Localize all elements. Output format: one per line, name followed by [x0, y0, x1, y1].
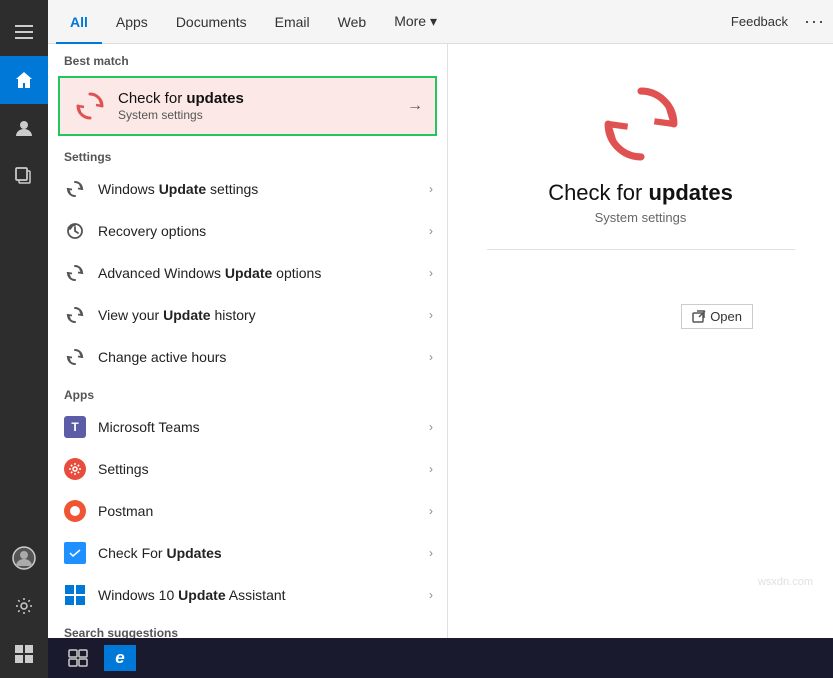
win10-app-icon — [62, 582, 88, 608]
main-content: All Apps Documents Email Web More ▾ Feed… — [48, 0, 833, 678]
feedback-button[interactable]: Feedback — [731, 14, 788, 29]
tabs-right: Feedback ··· — [731, 11, 825, 32]
checkforupdates-item-text: Check For Updates — [88, 545, 429, 561]
open-button[interactable]: Open — [681, 304, 753, 329]
watermark: wsxdn.com — [758, 576, 813, 588]
apps-section-label: Apps — [48, 378, 447, 406]
suggestions-section-label: Search suggestions — [48, 616, 447, 638]
tabs-more-dots[interactable]: ··· — [804, 11, 825, 32]
preview-subtitle: System settings — [595, 210, 687, 225]
sidebar-gear-icon[interactable] — [0, 582, 48, 630]
history-item-text: View your Update history — [88, 307, 429, 323]
results-list: Best match Check for updates System sett… — [48, 44, 448, 638]
app-item-win10-assistant[interactable]: Windows 10 Update Assistant › — [48, 574, 447, 616]
chevron-icon: › — [429, 308, 433, 322]
open-label: Open — [710, 309, 742, 324]
best-match-label: Best match — [48, 44, 447, 72]
best-match-text: Check for updates System settings — [108, 90, 423, 122]
tab-email[interactable]: Email — [261, 0, 324, 44]
app-item-teams[interactable]: T Microsoft Teams › — [48, 406, 447, 448]
recovery-item-text: Recovery options — [88, 223, 429, 239]
active-hours-item-text: Change active hours — [88, 349, 429, 365]
sidebar-person-icon[interactable] — [0, 104, 48, 152]
settings-app-item-text: Settings — [88, 461, 429, 477]
sidebar-copy-icon[interactable] — [0, 152, 48, 200]
settings-item-advanced[interactable]: Advanced Windows Update options › — [48, 252, 447, 294]
settings-item-text: Windows Update settings — [88, 181, 429, 197]
settings-app-icon — [62, 456, 88, 482]
best-match-icon — [72, 88, 108, 124]
preview-title: Check for updates — [548, 180, 733, 206]
tab-all[interactable]: All — [56, 0, 102, 44]
settings-item-active-hours[interactable]: Change active hours › — [48, 336, 447, 378]
chevron-icon: › — [429, 350, 433, 364]
chevron-icon: › — [429, 420, 433, 434]
advanced-item-text: Advanced Windows Update options — [88, 265, 429, 281]
chevron-icon: › — [429, 182, 433, 196]
sync-icon — [62, 176, 88, 202]
chevron-icon: › — [429, 546, 433, 560]
tab-web[interactable]: Web — [324, 0, 381, 44]
preview-sync-icon — [601, 84, 681, 164]
settings-item-recovery[interactable]: Recovery options › — [48, 210, 447, 252]
best-match-arrow[interactable]: → — [395, 78, 435, 134]
postman-item-text: Postman — [88, 503, 429, 519]
settings-item-history[interactable]: View your Update history › — [48, 294, 447, 336]
taskbar-edge-icon[interactable]: e — [104, 645, 136, 671]
chevron-icon: › — [429, 224, 433, 238]
sidebar-windows-icon[interactable] — [0, 630, 48, 678]
sidebar-avatar-icon[interactable] — [0, 534, 48, 582]
taskbar: e — [48, 638, 833, 678]
preview-divider — [487, 249, 795, 250]
sidebar-menu-icon[interactable] — [0, 8, 48, 56]
sidebar-home-icon[interactable] — [0, 56, 48, 104]
settings-item-windows-update[interactable]: Windows Update settings › — [48, 168, 447, 210]
results-panel: Best match Check for updates System sett… — [48, 44, 833, 638]
chevron-icon: › — [429, 462, 433, 476]
chevron-icon: › — [429, 266, 433, 280]
history-icon — [62, 218, 88, 244]
teams-item-text: Microsoft Teams — [88, 419, 429, 435]
checkforupdates-app-icon — [62, 540, 88, 566]
tab-apps[interactable]: Apps — [102, 0, 162, 44]
settings-section-label: Settings — [48, 140, 447, 168]
teams-app-icon: T — [62, 414, 88, 440]
taskbar-switch-icon[interactable] — [64, 644, 92, 672]
sync-icon — [62, 344, 88, 370]
tabs-bar: All Apps Documents Email Web More ▾ Feed… — [48, 0, 833, 44]
tab-documents[interactable]: Documents — [162, 0, 261, 44]
best-match-item[interactable]: Check for updates System settings → — [58, 76, 437, 136]
postman-app-icon — [62, 498, 88, 524]
preview-panel: Check for updates System settings Open w… — [448, 44, 833, 638]
win10-item-text: Windows 10 Update Assistant — [88, 587, 429, 603]
app-item-settings[interactable]: Settings › — [48, 448, 447, 490]
chevron-icon: › — [429, 588, 433, 602]
app-item-checkforupdates[interactable]: Check For Updates › — [48, 532, 447, 574]
sidebar — [0, 0, 48, 678]
app-item-postman[interactable]: Postman › — [48, 490, 447, 532]
best-match-title: Check for updates — [118, 90, 423, 107]
best-match-subtitle: System settings — [118, 108, 423, 122]
sync-icon — [62, 302, 88, 328]
chevron-icon: › — [429, 504, 433, 518]
tab-more[interactable]: More ▾ — [380, 0, 451, 44]
sync-icon — [62, 260, 88, 286]
